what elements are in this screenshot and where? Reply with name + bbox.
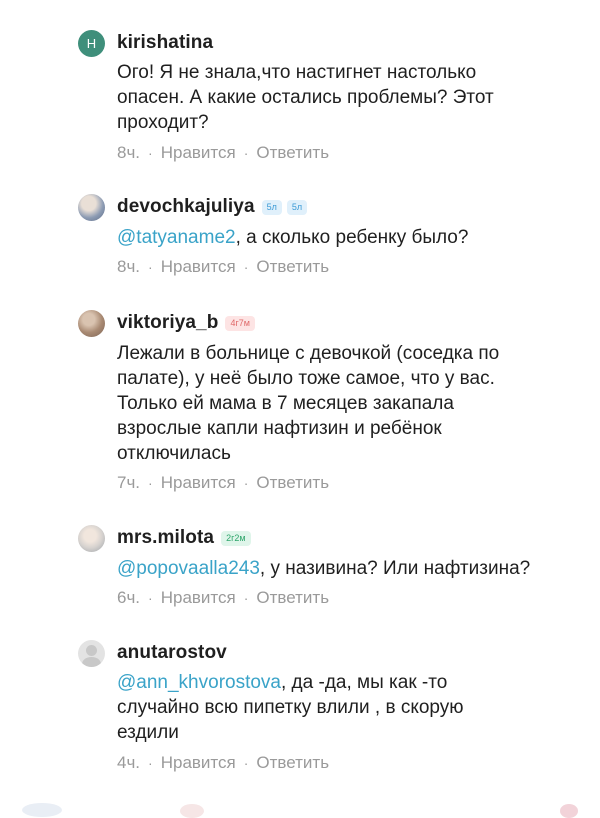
comment-line: Только ей мама в 7 месяцев закапала	[117, 393, 454, 414]
comment-line: проходит?	[117, 112, 209, 133]
comment-meta: 7ч. · Нравится · Ответить	[117, 473, 329, 493]
comment-line: опасен. А какие остались проблемы? Этот	[117, 87, 494, 108]
timestamp: 8ч.	[117, 257, 141, 276]
username[interactable]: kirishatina	[117, 32, 213, 54]
username[interactable]: anutarostov	[117, 642, 227, 664]
reply-button[interactable]: Ответить	[256, 588, 329, 608]
mention-link[interactable]: @popovaalla243	[117, 558, 260, 579]
comment-line: @popovaalla243, у називина? Или нафтизин…	[117, 556, 600, 581]
partial-avatar	[22, 803, 62, 817]
separator-dot: ·	[148, 475, 153, 491]
comment-text-fragment: , а сколько ребенку было?	[235, 227, 469, 248]
next-comment-peek	[0, 801, 600, 818]
like-button[interactable]: Нравится	[161, 473, 236, 493]
avatar[interactable]	[78, 194, 105, 221]
comment-line: ездили	[117, 722, 179, 743]
separator-dot: ·	[243, 755, 249, 771]
child-age-badge: 4г7м	[225, 315, 255, 331]
comment-header: kirishatina	[117, 30, 213, 56]
default-avatar-head	[86, 645, 97, 656]
avatar[interactable]	[78, 640, 105, 667]
comment-line: @tatyaname2, а сколько ребенку было?	[117, 225, 582, 250]
mention-link[interactable]: @tatyaname2	[117, 227, 236, 248]
comment-item: viktoriya_b 4г7м Лежали в больнице с дев…	[78, 310, 600, 500]
comment-text: @ann_khvorostova, да -да, мы как -то слу…	[117, 670, 582, 745]
heart-icon[interactable]	[560, 804, 578, 818]
comment-text-fragment: , у називина? Или нафтизина?	[259, 558, 531, 579]
child-age-badge: 5л	[286, 199, 308, 215]
like-button[interactable]: Нравится	[161, 753, 236, 773]
timestamp: 4ч.	[117, 753, 141, 772]
comment-header: mrs.milota 2г2м	[117, 525, 251, 551]
separator-dot: ·	[148, 590, 153, 606]
comment-line: палате), у неё было тоже самое, что у ва…	[117, 368, 495, 389]
like-button[interactable]: Нравится	[161, 257, 236, 277]
comment-text: Лежали в больнице с девочкой (соседка по…	[117, 341, 582, 466]
reply-button[interactable]: Ответить	[256, 753, 329, 773]
comment-line: @ann_khvorostova, да -да, мы как -то	[117, 670, 582, 695]
reply-button[interactable]: Ответить	[256, 143, 329, 163]
separator-dot: ·	[148, 145, 153, 161]
separator-dot: ·	[243, 145, 249, 161]
avatar[interactable]	[78, 525, 105, 552]
comment-header: viktoriya_b 4г7м	[117, 310, 255, 336]
comment-line: случайно всю пипетку влили , в скорую	[117, 697, 464, 718]
child-age-badge: 2г2м	[221, 530, 251, 546]
like-button[interactable]: Нравится	[161, 143, 236, 163]
child-age-badge: 5л	[261, 199, 282, 215]
comment-line: взрослые капли нафтизин и ребёнок	[117, 418, 442, 439]
username[interactable]: viktoriya_b	[117, 312, 218, 334]
comment-header: anutarostov	[117, 640, 227, 666]
comment-meta: 8ч. · Нравится · Ответить	[117, 257, 329, 277]
comment-meta: 8ч. · Нравится · Ответить	[117, 143, 329, 163]
avatar[interactable]: Н	[78, 30, 105, 57]
comment-meta: 4ч. · Нравится · Ответить	[117, 753, 329, 773]
mention-link[interactable]: @ann_khvorostova	[117, 672, 281, 693]
separator-dot: ·	[243, 259, 249, 275]
timestamp: 7ч.	[117, 473, 141, 492]
comment-text: @tatyaname2, а сколько ребенку было?	[117, 225, 582, 250]
comment-line: Лежали в больнице с девочкой (соседка по	[117, 343, 500, 364]
comment-header: devochkajuliya 5л 5л	[117, 194, 308, 220]
comment-item: Н kirishatina Ого! Я не знала,что настиг…	[78, 30, 600, 170]
comment-line: отключилась	[117, 443, 231, 464]
reply-button[interactable]: Ответить	[256, 473, 329, 493]
comment-item: anutarostov @ann_khvorostova, да -да, мы…	[78, 640, 600, 780]
avatar[interactable]	[78, 310, 105, 337]
partial-element	[180, 804, 204, 818]
separator-dot: ·	[148, 755, 153, 771]
comment-text-fragment: , да -да, мы как -то	[281, 672, 448, 693]
comment-line: Ого! Я не знала,что настигнет настолько	[117, 62, 477, 83]
username[interactable]: mrs.milota	[117, 527, 214, 549]
comment-text: Ого! Я не знала,что настигнет настолько …	[117, 60, 582, 135]
separator-dot: ·	[148, 259, 153, 275]
reply-button[interactable]: Ответить	[256, 257, 329, 277]
comment-item: mrs.milota 2г2м @popovaalla243, у називи…	[78, 525, 600, 615]
timestamp: 8ч.	[117, 143, 141, 162]
comment-text: @popovaalla243, у називина? Или нафтизин…	[117, 556, 600, 581]
comment-meta: 6ч. · Нравится · Ответить	[117, 588, 329, 608]
like-button[interactable]: Нравится	[161, 588, 236, 608]
timestamp: 6ч.	[117, 588, 141, 607]
separator-dot: ·	[243, 475, 249, 491]
separator-dot: ·	[243, 590, 249, 606]
default-avatar-body	[82, 657, 101, 667]
username[interactable]: devochkajuliya	[117, 196, 255, 218]
comment-item: devochkajuliya 5л 5л @tatyaname2, а скол…	[78, 194, 600, 284]
